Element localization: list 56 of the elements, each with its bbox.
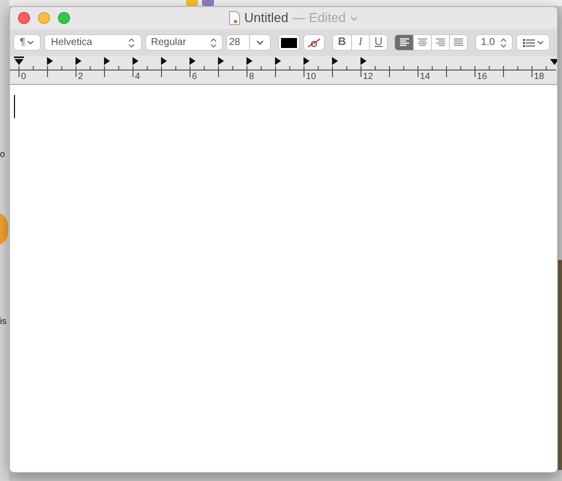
- window-title: Untitled: [244, 9, 288, 28]
- document-icon: [229, 11, 240, 25]
- tab-stop-icon[interactable]: [218, 57, 224, 65]
- text-cursor: [14, 95, 15, 118]
- ruler-number: 16: [477, 71, 488, 81]
- italic-button[interactable]: I: [351, 35, 369, 50]
- ruler-number: 14: [420, 71, 430, 81]
- align-center-icon: [417, 38, 428, 47]
- paragraph-style-menu[interactable]: ¶: [14, 35, 40, 50]
- line-spacing-menu[interactable]: 1.0: [476, 35, 512, 50]
- stepper-icon: [500, 38, 507, 48]
- tab-stop-icon[interactable]: [161, 57, 167, 65]
- ruler-number: 18: [534, 71, 544, 81]
- tab-stop-icon[interactable]: [132, 57, 138, 65]
- align-left-icon: [398, 38, 410, 47]
- ruler-number: 2: [78, 71, 84, 81]
- tab-stop-icon[interactable]: [104, 57, 110, 65]
- align-right-icon: [435, 38, 446, 47]
- close-button[interactable]: [18, 12, 30, 24]
- left-indent-marker[interactable]: [14, 56, 24, 65]
- text-fragment: is: [0, 315, 6, 327]
- font-style-menu[interactable]: Regular: [146, 35, 222, 50]
- ruler-number: 6: [192, 71, 198, 81]
- tab-stop-icon[interactable]: [360, 57, 366, 65]
- font-size-dropdown[interactable]: [250, 35, 270, 50]
- chevron-icon: [536, 40, 544, 45]
- tab-stop-icon[interactable]: [304, 57, 310, 65]
- font-size-field[interactable]: 28: [227, 35, 250, 50]
- tab-stop-icon[interactable]: [332, 57, 338, 65]
- underline-button[interactable]: U: [369, 35, 387, 50]
- tab-stop-icon[interactable]: [190, 57, 196, 65]
- ruler-number: 10: [306, 71, 316, 81]
- tab-stop-icon[interactable]: [275, 57, 281, 65]
- right-margin-marker[interactable]: [550, 59, 557, 65]
- chevron-icon: [256, 40, 264, 45]
- ruler-number: 4: [135, 71, 140, 81]
- font-family-menu[interactable]: Helvetica: [45, 35, 141, 50]
- text-fragment: o: [0, 148, 6, 160]
- list-icon: [522, 38, 534, 46]
- bold-button[interactable]: B: [333, 35, 351, 50]
- chevron-icon: [27, 40, 34, 45]
- tab-stop-icon[interactable]: [246, 57, 252, 65]
- ruler-number: 0: [21, 71, 26, 81]
- align-justify-icon: [453, 38, 464, 47]
- align-left-button[interactable]: [395, 35, 413, 50]
- align-justify-button[interactable]: [449, 35, 467, 50]
- tab-stop-icon[interactable]: [47, 57, 53, 65]
- list-menu[interactable]: [517, 35, 549, 50]
- ruler-number: 8: [249, 71, 254, 81]
- background-color-well[interactable]: [304, 35, 324, 50]
- no-color-icon: [307, 38, 321, 48]
- ruler-number: 12: [363, 71, 374, 81]
- edited-status: — Edited: [292, 9, 346, 28]
- stepper-icon: [128, 38, 135, 48]
- stepper-icon: [210, 38, 217, 48]
- tab-stop-icon[interactable]: [76, 57, 82, 65]
